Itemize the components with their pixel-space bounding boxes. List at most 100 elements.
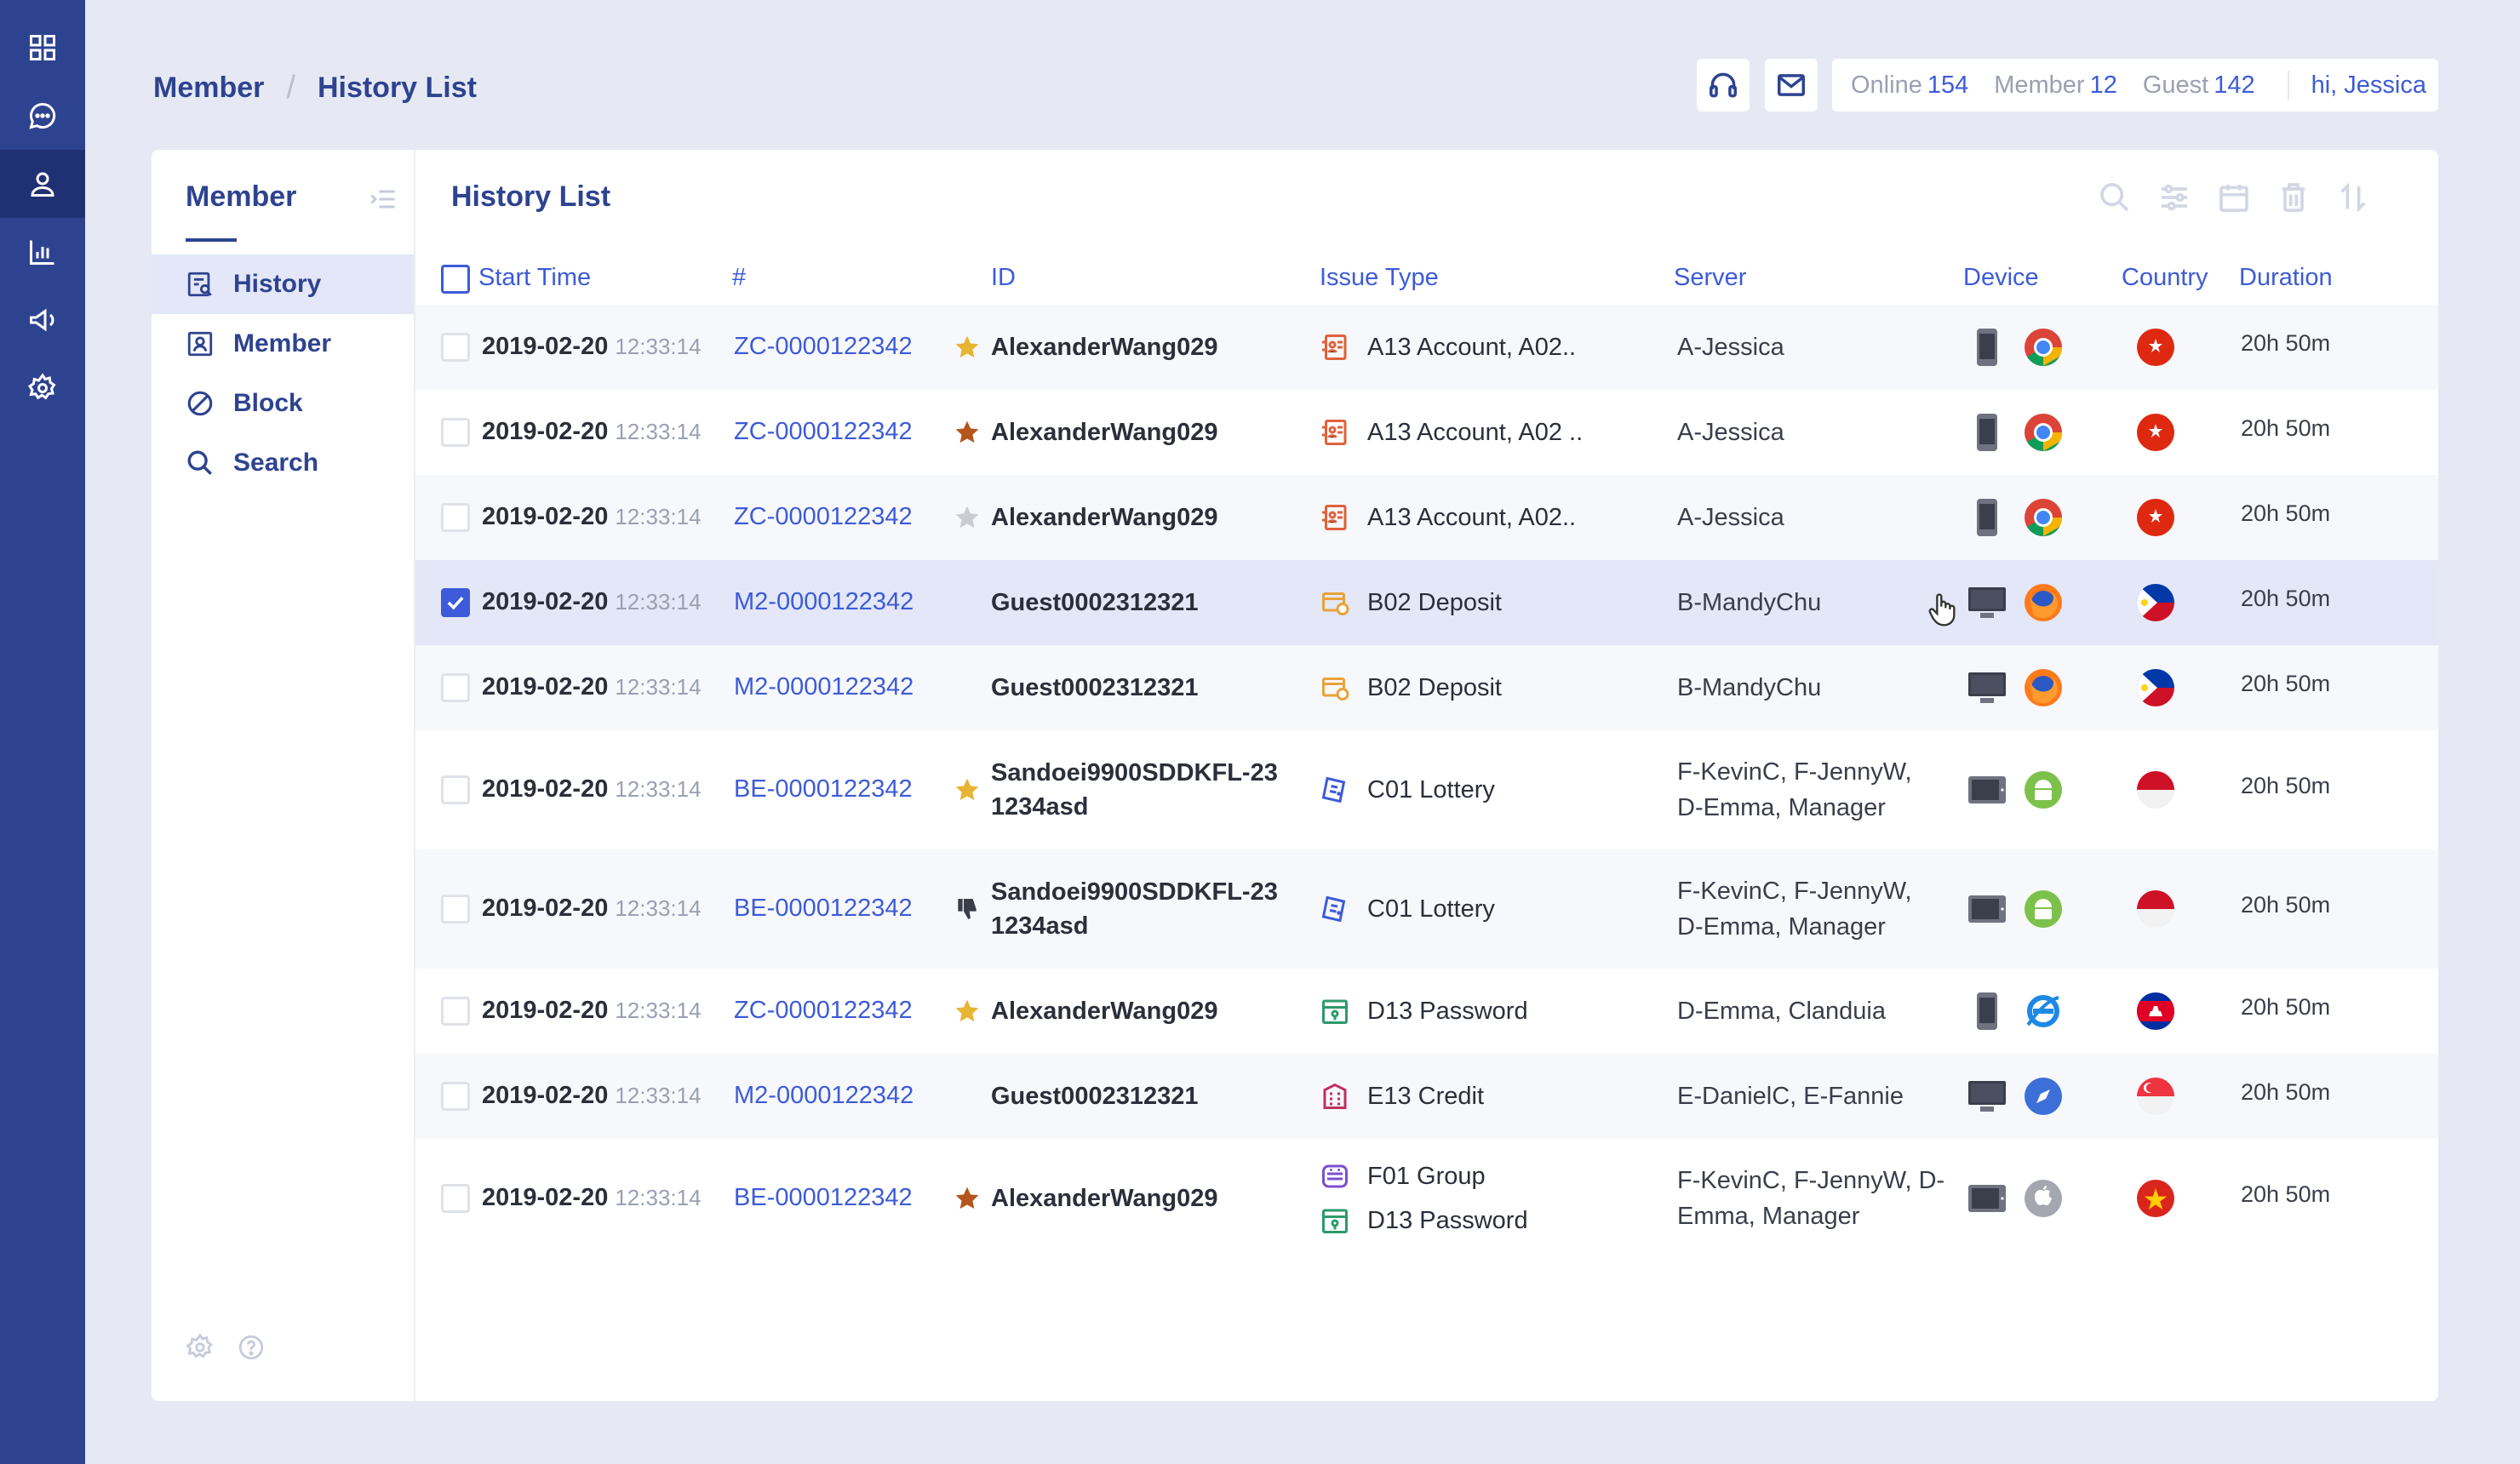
start-clock: 12:33:14 <box>615 419 702 444</box>
user-greeting[interactable]: hi, Jessica <box>2311 71 2426 100</box>
table-row[interactable]: 2019-02-20 12:33:14 ZC-0000122342 Alexander… <box>415 969 2438 1054</box>
select-all-checkbox[interactable] <box>441 265 470 294</box>
user-id[interactable]: Guest0002312321 <box>991 586 1198 620</box>
column-issue-type[interactable]: Issue Type <box>1320 264 1439 292</box>
star-icon[interactable] <box>954 776 981 803</box>
subnav-item-block[interactable]: Block <box>152 374 414 433</box>
row-checkbox[interactable] <box>441 418 470 447</box>
column-server[interactable]: Server <box>1674 264 1746 292</box>
search-icon[interactable] <box>2098 180 2132 214</box>
dashboard-icon[interactable] <box>0 14 85 82</box>
column-duration[interactable]: Duration <box>2239 264 2333 292</box>
star-icon[interactable] <box>954 419 981 446</box>
star-icon[interactable] <box>954 998 981 1025</box>
row-checkbox[interactable] <box>441 997 470 1026</box>
user-id[interactable]: AlexanderWang029 <box>991 500 1217 535</box>
guest-label: Guest <box>2142 71 2209 99</box>
ticket-link[interactable]: ZC-0000122342 <box>734 503 913 531</box>
ticket-link[interactable]: BE-0000122342 <box>734 1184 913 1212</box>
issue-type: A13 Account, A02 .. <box>1320 417 1583 448</box>
table-row[interactable]: 2019-02-20 12:33:14 M2-0000122342 Guest0002… <box>415 560 2438 645</box>
column-device[interactable]: Device <box>1963 264 2039 292</box>
row-checkbox[interactable] <box>441 775 470 804</box>
thumb-down-icon[interactable] <box>954 895 981 923</box>
help-icon[interactable] <box>237 1333 266 1362</box>
server-agents: B-MandyChu <box>1677 589 1822 616</box>
subnav-label-member: Member <box>233 329 332 357</box>
hand-cursor-icon <box>1928 593 1956 626</box>
filter-sliders-icon[interactable] <box>2157 180 2191 214</box>
table-row[interactable]: 2019-02-20 12:33:14 ZC-0000122342 Alexander… <box>415 305 2438 390</box>
user-id[interactable]: AlexanderWang029 <box>991 1181 1217 1215</box>
announcement-icon[interactable] <box>0 286 85 354</box>
row-checkbox[interactable] <box>441 588 470 617</box>
column-ticket[interactable]: # <box>732 264 746 292</box>
headset-icon[interactable] <box>1697 59 1750 112</box>
column-country[interactable]: Country <box>2122 264 2208 292</box>
star-icon[interactable] <box>954 1185 981 1212</box>
mail-icon[interactable] <box>1765 59 1818 112</box>
chat-icon[interactable] <box>0 82 85 150</box>
row-checkbox[interactable] <box>441 1184 470 1213</box>
column-id[interactable]: ID <box>991 264 1016 292</box>
ticket-link[interactable]: M2-0000122342 <box>734 1082 914 1110</box>
subnav-item-member[interactable]: Member <box>152 314 414 374</box>
subnav-title-underline <box>186 238 237 242</box>
trash-icon[interactable] <box>2277 180 2311 214</box>
table-row[interactable]: 2019-02-20 12:33:14 ZC-0000122342 Alexander… <box>415 390 2438 475</box>
duration: 20h 50m <box>2241 892 2331 918</box>
row-checkbox[interactable] <box>441 333 470 362</box>
report-icon[interactable] <box>0 218 85 286</box>
row-checkbox[interactable] <box>441 503 470 532</box>
ticket-link[interactable]: ZC-0000122342 <box>734 418 913 446</box>
calendar-icon[interactable] <box>2217 180 2251 214</box>
user-id[interactable]: Sandoei9900SDDKFL-23 1234asd <box>991 875 1278 943</box>
ticket-link[interactable]: M2-0000122342 <box>734 673 914 701</box>
search-icon <box>187 450 212 475</box>
member-icon[interactable] <box>0 150 85 218</box>
indonesia-flag-icon <box>2135 889 2176 929</box>
collapse-menu-icon[interactable] <box>368 184 398 214</box>
row-checkbox[interactable] <box>441 673 470 702</box>
subnav-item-history[interactable]: History <box>152 254 414 314</box>
star-icon[interactable] <box>954 504 981 531</box>
row-checkbox[interactable] <box>441 895 470 924</box>
user-id[interactable]: AlexanderWang029 <box>991 330 1217 364</box>
start-time: 2019-02-20 12:33:14 <box>482 895 702 923</box>
row-checkbox[interactable] <box>441 1082 470 1111</box>
lottery-icon <box>1320 775 1350 805</box>
table-row[interactable]: 2019-02-20 12:33:14 M2-0000122342 Guest0002… <box>415 645 2438 730</box>
ticket-link[interactable]: ZC-0000122342 <box>734 997 913 1025</box>
account-icon <box>1320 332 1350 363</box>
gear-icon[interactable] <box>186 1333 215 1362</box>
table-row[interactable]: 2019-02-20 12:33:14 ZC-0000122342 Alexander… <box>415 475 2438 560</box>
breadcrumb-root[interactable]: Member <box>153 71 264 105</box>
table-row[interactable]: 2019-02-20 12:33:14 BE-0000122342 Sandoei99… <box>415 730 2438 849</box>
duration: 20h 50m <box>2241 500 2331 526</box>
left-rail <box>0 0 85 1464</box>
ticket-link[interactable]: ZC-0000122342 <box>734 333 913 361</box>
user-id[interactable]: Guest0002312321 <box>991 671 1198 705</box>
hong-kong-flag-icon <box>2135 327 2176 368</box>
cambodia-flag-icon <box>2135 991 2176 1032</box>
subnav-item-search[interactable]: Search <box>152 433 414 493</box>
ticket-link[interactable]: M2-0000122342 <box>734 588 914 616</box>
start-clock: 12:33:14 <box>615 1083 702 1108</box>
ticket-link[interactable]: BE-0000122342 <box>734 895 913 923</box>
column-start-time[interactable]: Start Time <box>478 264 591 292</box>
sort-icon[interactable] <box>2336 180 2370 214</box>
ticket-link[interactable]: BE-0000122342 <box>734 775 913 803</box>
tablet-icon <box>1967 889 2007 929</box>
table-row[interactable]: 2019-02-20 12:33:14 BE-0000122342 Alexander… <box>415 1139 2438 1258</box>
user-id[interactable]: AlexanderWang029 <box>991 994 1217 1028</box>
settings-icon[interactable] <box>0 354 85 422</box>
server-agents: A-Jessica <box>1677 419 1784 446</box>
user-id[interactable]: AlexanderWang029 <box>991 415 1217 449</box>
star-icon[interactable] <box>954 334 981 361</box>
table-row[interactable]: 2019-02-20 12:33:14 BE-0000122342 Sandoei99… <box>415 849 2438 969</box>
issue-type: A13 Account, A02.. <box>1320 502 1576 533</box>
user-id[interactable]: Guest0002312321 <box>991 1079 1198 1113</box>
user-id[interactable]: Sandoei9900SDDKFL-23 1234asd <box>991 756 1278 824</box>
table-row[interactable]: 2019-02-20 12:33:14 M2-0000122342 Guest0002… <box>415 1054 2438 1139</box>
start-clock: 12:33:14 <box>615 1185 702 1210</box>
